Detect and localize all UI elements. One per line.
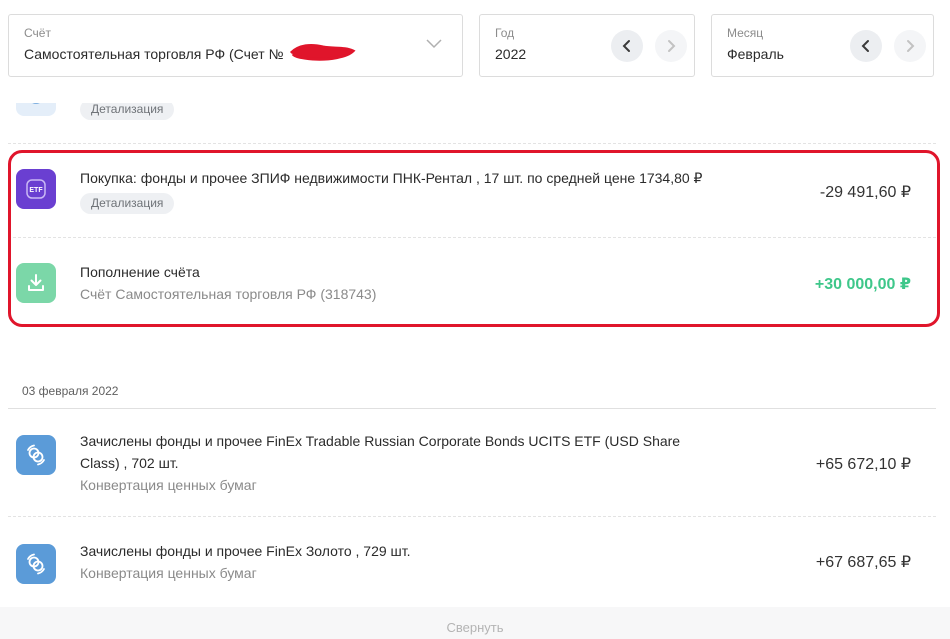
month-select[interactable]: Месяц Февраль xyxy=(711,14,934,77)
operation-title-line2: Class) , 702 шт. xyxy=(80,455,179,471)
operation-amount: +65 672,10 ₽ xyxy=(815,456,911,473)
chevron-down-icon xyxy=(426,39,442,49)
account-value: Самостоятельная торговля РФ (Счет № xyxy=(24,46,284,62)
operation-row-conversion[interactable]: Зачислены фонды и прочее FinEx Золото , … xyxy=(8,517,936,607)
operation-amount: +67 687,65 ₽ xyxy=(815,554,911,571)
chevron-left-icon xyxy=(861,40,869,52)
year-label: Год xyxy=(495,26,515,40)
row-divider xyxy=(8,143,936,144)
highlight-annotation xyxy=(8,150,940,327)
year-prev-button[interactable] xyxy=(611,30,643,62)
operation-subtitle: Конвертация ценных бумаг xyxy=(80,565,257,581)
account-label: Счёт xyxy=(24,26,51,40)
filter-bar: Счёт Самостоятельная торговля РФ (Счет №… xyxy=(0,0,950,103)
collapse-bar[interactable]: Свернуть xyxy=(0,607,950,639)
month-prev-button[interactable] xyxy=(850,30,882,62)
conversion-icon xyxy=(16,435,56,475)
chevron-right-icon xyxy=(668,40,676,52)
month-value: Февраль xyxy=(727,46,784,62)
month-label: Месяц xyxy=(727,26,764,40)
account-select[interactable]: Счёт Самостоятельная торговля РФ (Счет № xyxy=(8,14,463,77)
date-header: 03 февраля 2022 xyxy=(22,384,119,398)
operation-subtitle: Конвертация ценных бумаг xyxy=(80,477,257,493)
collapse-button[interactable]: Свернуть xyxy=(0,620,950,635)
operation-row-conversion[interactable]: Зачислены фонды и прочее FinEx Tradable … xyxy=(8,409,936,516)
year-select[interactable]: Год 2022 xyxy=(479,14,695,77)
month-next-button[interactable] xyxy=(894,30,926,62)
chevron-left-icon xyxy=(622,40,630,52)
operation-title-line1: Зачислены фонды и прочее FinEx Tradable … xyxy=(80,433,681,449)
redaction-scribble xyxy=(289,43,356,61)
chevron-right-icon xyxy=(907,40,915,52)
year-value: 2022 xyxy=(495,46,527,62)
year-next-button[interactable] xyxy=(655,30,687,62)
operation-title: Зачислены фонды и прочее FinEx Золото , … xyxy=(80,543,411,559)
conversion-icon xyxy=(16,544,56,584)
